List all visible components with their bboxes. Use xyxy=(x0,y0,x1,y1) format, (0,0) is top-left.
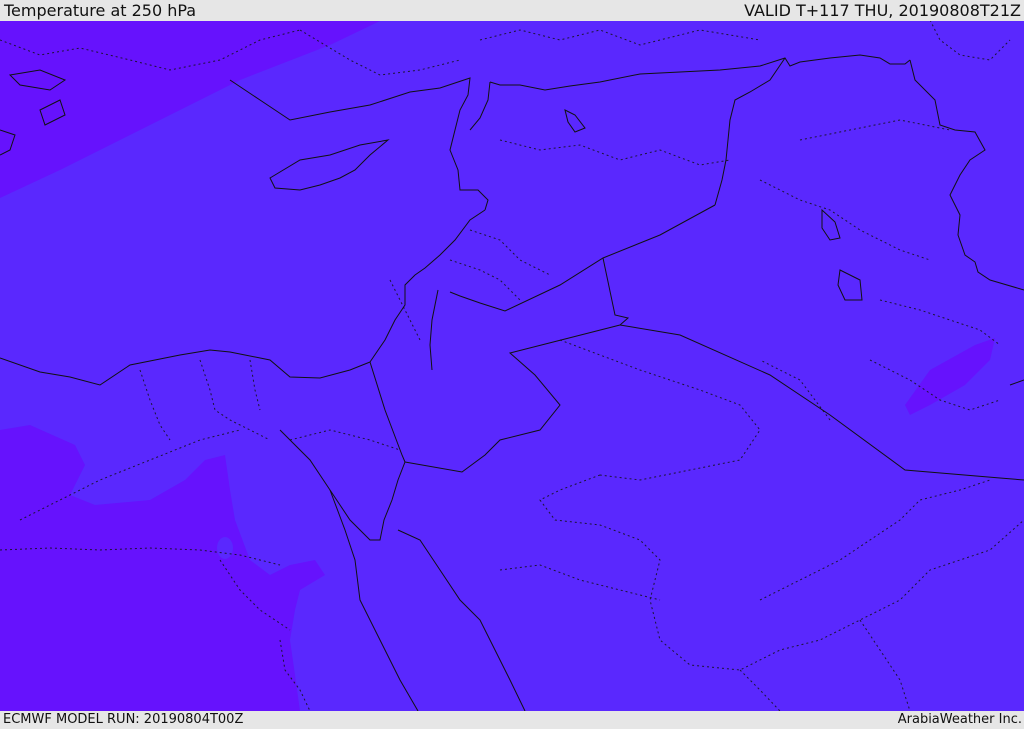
temperature-map xyxy=(0,21,1024,711)
valid-time-label: VALID T+117 THU, 20190808T21Z xyxy=(744,1,1021,20)
footer-bar: ECMWF MODEL RUN: 20190804T00Z ArabiaWeat… xyxy=(0,711,1024,729)
map-title: Temperature at 250 hPa xyxy=(4,1,197,20)
temperature-pocket-small xyxy=(217,537,233,559)
model-run-label: ECMWF MODEL RUN: 20190804T00Z xyxy=(3,712,244,727)
header-bar: Temperature at 250 hPa VALID T+117 THU, … xyxy=(0,0,1024,21)
credit-label: ArabiaWeather Inc. xyxy=(897,712,1022,727)
